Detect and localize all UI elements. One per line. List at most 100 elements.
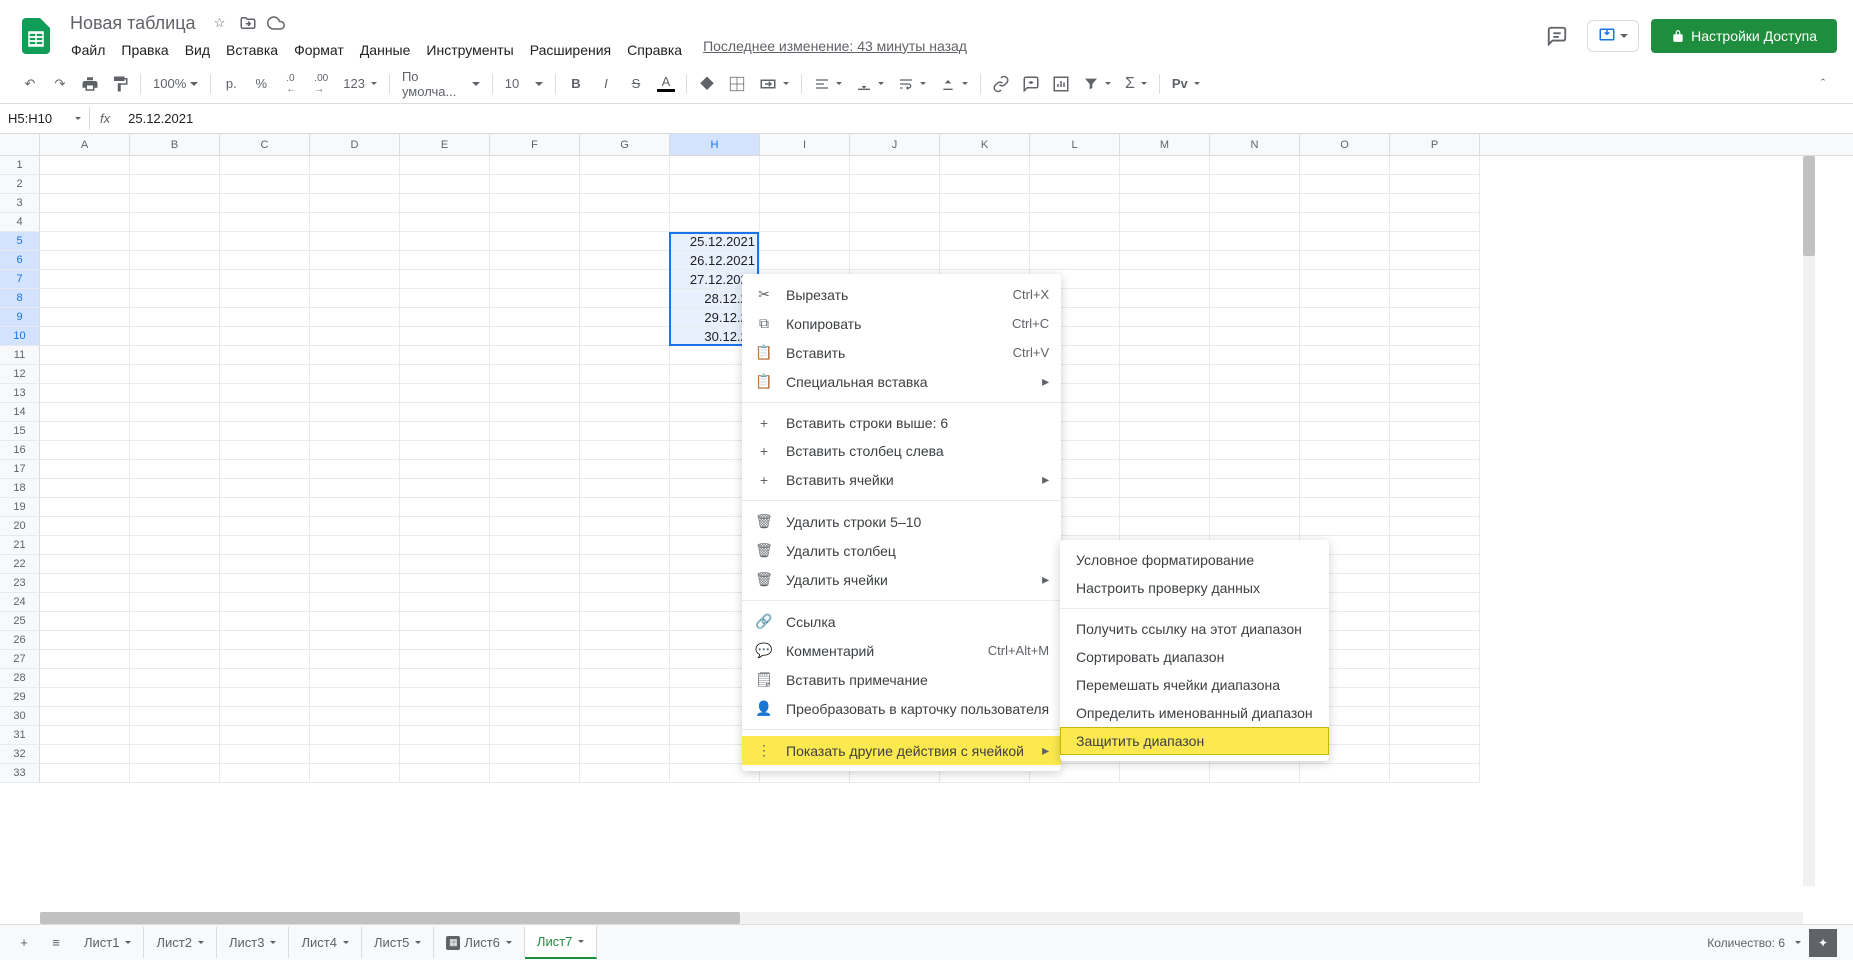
cell-C11[interactable] (220, 346, 310, 365)
cell-H3[interactable] (670, 194, 760, 213)
cell-J3[interactable] (850, 194, 940, 213)
cell-G5[interactable] (580, 232, 670, 251)
share-button[interactable]: Настройки Доступа (1651, 19, 1837, 53)
row-header-33[interactable]: 33 (0, 764, 40, 783)
cell-G9[interactable] (580, 308, 670, 327)
ctx-paste-special[interactable]: 📋Специальная вставка▸ (742, 367, 1061, 396)
cell-D25[interactable] (310, 612, 400, 631)
cell-J1[interactable] (850, 156, 940, 175)
cell-C3[interactable] (220, 194, 310, 213)
name-box[interactable]: H5:H10 (0, 107, 90, 130)
halign-button[interactable] (808, 72, 848, 96)
cell-E8[interactable] (400, 289, 490, 308)
number-format-select[interactable]: 123 (337, 72, 383, 95)
cell-E17[interactable] (400, 460, 490, 479)
cell-A26[interactable] (40, 631, 130, 650)
ctx-copy[interactable]: ⧉КопироватьCtrl+C (742, 309, 1061, 338)
cell-C28[interactable] (220, 669, 310, 688)
cell-O3[interactable] (1300, 194, 1390, 213)
cell-F30[interactable] (490, 707, 580, 726)
row-header-9[interactable]: 9 (0, 308, 40, 327)
cell-G26[interactable] (580, 631, 670, 650)
cell-M5[interactable] (1120, 232, 1210, 251)
cell-G21[interactable] (580, 536, 670, 555)
cell-E20[interactable] (400, 517, 490, 536)
cell-N15[interactable] (1210, 422, 1300, 441)
cell-E6[interactable] (400, 251, 490, 270)
bold-button[interactable]: B (562, 70, 590, 98)
cell-B22[interactable] (130, 555, 220, 574)
cell-E25[interactable] (400, 612, 490, 631)
cell-G22[interactable] (580, 555, 670, 574)
cell-D17[interactable] (310, 460, 400, 479)
cell-A28[interactable] (40, 669, 130, 688)
cell-G25[interactable] (580, 612, 670, 631)
cell-I3[interactable] (760, 194, 850, 213)
sheet-tab-5[interactable]: Лист5 (362, 927, 434, 958)
cell-G11[interactable] (580, 346, 670, 365)
cell-C14[interactable] (220, 403, 310, 422)
cell-G4[interactable] (580, 213, 670, 232)
menu-extensions[interactable]: Расширения (523, 38, 618, 62)
cell-B1[interactable] (130, 156, 220, 175)
select-all-corner[interactable] (0, 134, 40, 155)
cell-B31[interactable] (130, 726, 220, 745)
cell-A14[interactable] (40, 403, 130, 422)
cell-M9[interactable] (1120, 308, 1210, 327)
col-header-F[interactable]: F (490, 134, 580, 155)
cell-B6[interactable] (130, 251, 220, 270)
cell-C31[interactable] (220, 726, 310, 745)
cell-O14[interactable] (1300, 403, 1390, 422)
cell-C12[interactable] (220, 365, 310, 384)
cell-O20[interactable] (1300, 517, 1390, 536)
ctx-delete-rows[interactable]: 🗑Удалить строки 5–10 (742, 507, 1061, 536)
row-header-27[interactable]: 27 (0, 650, 40, 669)
cell-N3[interactable] (1210, 194, 1300, 213)
cell-M20[interactable] (1120, 517, 1210, 536)
cell-G15[interactable] (580, 422, 670, 441)
row-header-21[interactable]: 21 (0, 536, 40, 555)
row-header-13[interactable]: 13 (0, 384, 40, 403)
redo-button[interactable]: ↷ (46, 70, 74, 98)
cell-F10[interactable] (490, 327, 580, 346)
cell-I2[interactable] (760, 175, 850, 194)
cell-C32[interactable] (220, 745, 310, 764)
cell-N11[interactable] (1210, 346, 1300, 365)
cell-B14[interactable] (130, 403, 220, 422)
filter-button[interactable] (1077, 72, 1117, 96)
cell-D1[interactable] (310, 156, 400, 175)
cell-H4[interactable] (670, 213, 760, 232)
cell-D14[interactable] (310, 403, 400, 422)
comment-button[interactable] (1017, 70, 1045, 98)
last-edit-link[interactable]: Последнее изменение: 43 минуты назад (703, 38, 967, 62)
cell-E12[interactable] (400, 365, 490, 384)
cell-D21[interactable] (310, 536, 400, 555)
cell-D16[interactable] (310, 441, 400, 460)
cell-L2[interactable] (1030, 175, 1120, 194)
cell-E33[interactable] (400, 764, 490, 783)
cell-L6[interactable] (1030, 251, 1120, 270)
row-header-7[interactable]: 7 (0, 270, 40, 289)
cell-P33[interactable] (1390, 764, 1480, 783)
cell-A13[interactable] (40, 384, 130, 403)
valign-button[interactable] (850, 72, 890, 96)
cell-N12[interactable] (1210, 365, 1300, 384)
cell-P32[interactable] (1390, 745, 1480, 764)
ctx-people-chip[interactable]: 👤Преобразовать в карточку пользователя (742, 694, 1061, 723)
cell-E4[interactable] (400, 213, 490, 232)
cell-F6[interactable] (490, 251, 580, 270)
cell-G7[interactable] (580, 270, 670, 289)
cell-G16[interactable] (580, 441, 670, 460)
cell-N8[interactable] (1210, 289, 1300, 308)
sheet-tab-2[interactable]: Лист2 (144, 927, 216, 958)
cell-J2[interactable] (850, 175, 940, 194)
cell-D10[interactable] (310, 327, 400, 346)
cell-O17[interactable] (1300, 460, 1390, 479)
cell-G33[interactable] (580, 764, 670, 783)
cell-B12[interactable] (130, 365, 220, 384)
cell-D31[interactable] (310, 726, 400, 745)
cell-P25[interactable] (1390, 612, 1480, 631)
cell-D11[interactable] (310, 346, 400, 365)
move-icon[interactable] (238, 13, 258, 33)
cell-N14[interactable] (1210, 403, 1300, 422)
